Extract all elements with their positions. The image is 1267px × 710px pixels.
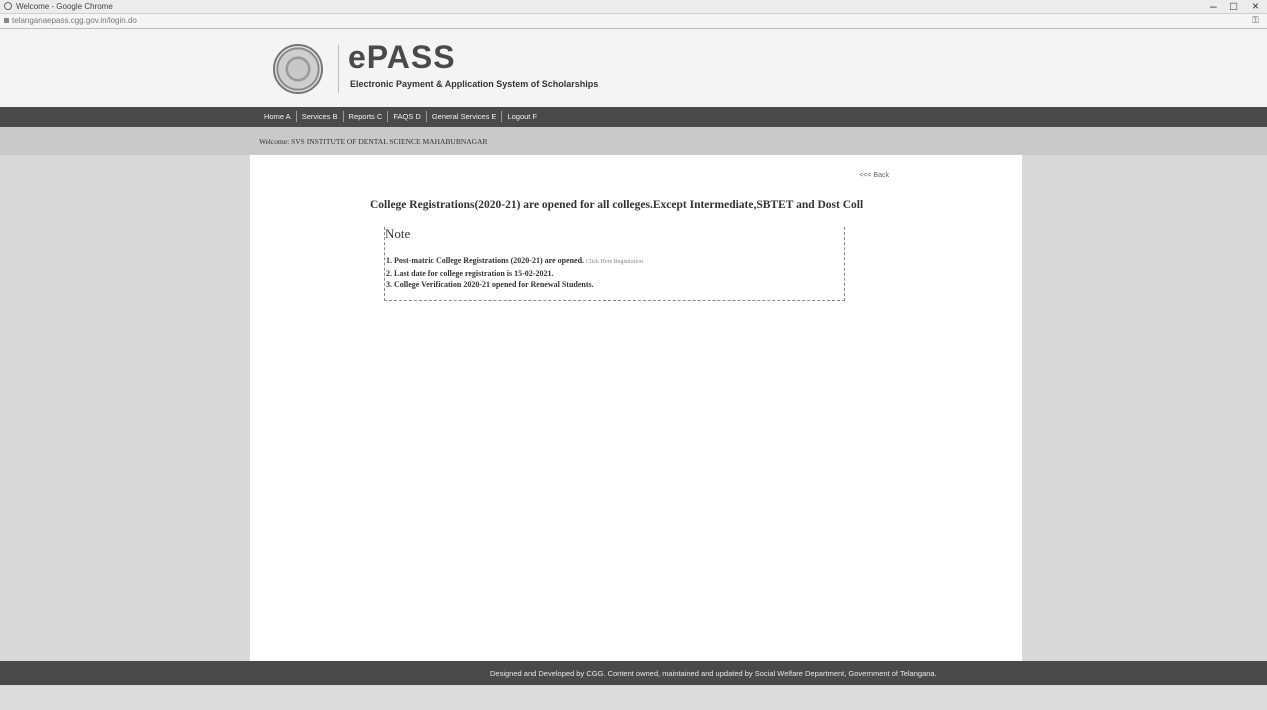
window-title: Welcome - Google Chrome	[16, 2, 113, 11]
click-here-registration-link[interactable]: Click Here Registration	[586, 259, 643, 265]
nav-services[interactable]: Services B	[295, 111, 343, 122]
restore-button[interactable]: □	[1230, 0, 1237, 13]
epass-logo-title: ePASS	[348, 39, 456, 75]
main-nav: Home A Services B Reports C FAQS D Gener…	[0, 107, 1267, 127]
footer-text: Designed and Developed by CGG. Content o…	[490, 669, 937, 678]
page-bottom	[0, 685, 1267, 710]
key-icon[interactable]: ⚿	[1252, 15, 1259, 26]
nav-reports[interactable]: Reports C	[342, 111, 388, 122]
note-list: 1. Post-matric College Registrations (20…	[386, 255, 643, 290]
chrome-icon	[4, 2, 12, 10]
nav-general-services[interactable]: General Services E	[425, 111, 502, 122]
lock-icon	[4, 18, 9, 23]
welcome-bar: Welcome: SVS INSTITUTE OF DENTAL SCIENCE…	[0, 127, 1267, 155]
url-text[interactable]: telanganaepass.cgg.gov.in/login.do	[12, 16, 137, 25]
site-footer: Designed and Developed by CGG. Content o…	[0, 661, 1267, 685]
note-box: Note 1. Post-matric College Registration…	[384, 226, 845, 301]
welcome-text: Welcome: SVS INSTITUTE OF DENTAL SCIENCE…	[259, 137, 488, 146]
nav-logout[interactable]: Logout F	[501, 111, 542, 122]
note-title: Note	[385, 226, 411, 241]
epass-logo-subtitle: Electronic Payment & Application System …	[350, 79, 599, 89]
registration-headline: College Registrations(2020-21) are opene…	[370, 199, 864, 211]
minimize-button[interactable]: –	[1210, 0, 1217, 13]
nav-home[interactable]: Home A	[259, 111, 296, 122]
close-button[interactable]: ×	[1252, 0, 1259, 13]
note-line-1: 1. Post-matric College Registrations (20…	[386, 255, 643, 268]
logo-divider	[338, 45, 339, 93]
note-line-1-text: 1. Post-matric College Registrations (20…	[386, 256, 585, 265]
note-line-2: 2. Last date for college registration is…	[386, 269, 554, 278]
back-link[interactable]: <<< Back	[859, 172, 889, 179]
main-content: <<< Back College Registrations(2020-21) …	[250, 155, 1022, 661]
nav-faqs[interactable]: FAQS D	[387, 111, 426, 122]
address-bar[interactable]: telanganaepass.cgg.gov.in/login.do ⚿	[0, 14, 1267, 29]
telangana-emblem-icon	[273, 44, 323, 94]
site-header: ePASS Electronic Payment & Application S…	[0, 29, 1267, 107]
note-line-3: 3. College Verification 2020-21 opened f…	[386, 280, 594, 289]
browser-titlebar: Welcome - Google Chrome – □ ×	[0, 0, 1267, 14]
